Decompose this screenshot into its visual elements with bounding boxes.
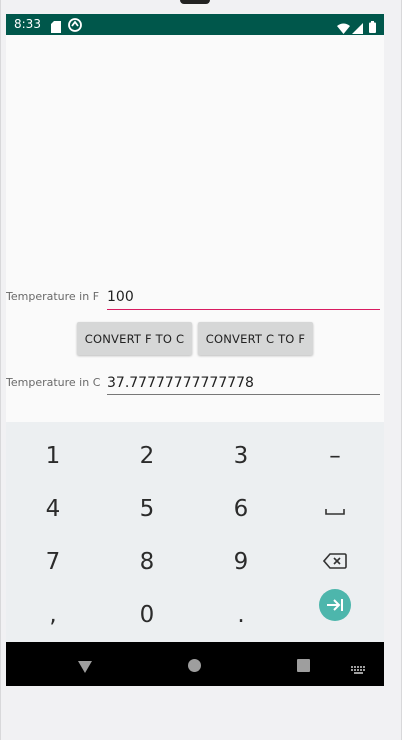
back-icon[interactable] [78, 658, 92, 677]
space-icon [325, 496, 345, 522]
battery-icon [369, 18, 376, 37]
key-0[interactable]: 0 [100, 589, 194, 641]
wifi-icon [337, 19, 350, 38]
camera-notch [180, 0, 210, 4]
celsius-input[interactable] [107, 373, 379, 393]
convert-f-to-c-button[interactable]: CONVERT F TO C [77, 322, 192, 355]
fahrenheit-label: Temperature in F [6, 290, 100, 303]
fahrenheit-underline [107, 309, 380, 310]
backspace-icon [322, 549, 347, 575]
fahrenheit-row: Temperature in F [6, 285, 384, 311]
fahrenheit-input[interactable] [107, 287, 379, 307]
sd-card-icon [51, 18, 61, 37]
celsius-label: Temperature in C [6, 376, 101, 389]
status-time: 8:33 [14, 17, 41, 31]
key-7[interactable]: 7 [6, 536, 100, 588]
convert-c-to-f-button[interactable]: CONVERT C TO F [198, 322, 313, 355]
key-5[interactable]: 5 [100, 483, 194, 535]
backspace-key[interactable] [288, 536, 382, 588]
navigation-bar [6, 642, 384, 686]
keyboard-switch-icon[interactable] [351, 660, 367, 679]
next-field-icon [319, 589, 351, 627]
key-9[interactable]: 9 [194, 536, 288, 588]
sync-circle-icon [68, 17, 82, 36]
key-comma[interactable]: , [6, 589, 100, 641]
key-1[interactable]: 1 [6, 430, 100, 482]
key-2[interactable]: 2 [100, 430, 194, 482]
status-bar: 8:33 [6, 14, 384, 35]
key-8[interactable]: 8 [100, 536, 194, 588]
space-key[interactable] [288, 483, 382, 535]
key-minus[interactable]: – [288, 430, 382, 482]
celsius-row: Temperature in C [6, 371, 384, 397]
key-period[interactable]: . [194, 589, 288, 641]
home-icon[interactable] [188, 657, 201, 676]
celsius-underline [107, 394, 380, 395]
numeric-keyboard: 1 2 3 – 4 5 6 7 8 9 , 0 . [6, 422, 384, 642]
app-screen: 8:33 Temperature in F CONVERT F TO C CON… [6, 14, 384, 686]
recents-icon[interactable] [297, 657, 310, 676]
cell-signal-icon [352, 19, 363, 38]
key-4[interactable]: 4 [6, 483, 100, 535]
key-3[interactable]: 3 [194, 430, 288, 482]
next-key[interactable] [288, 582, 382, 634]
key-6[interactable]: 6 [194, 483, 288, 535]
